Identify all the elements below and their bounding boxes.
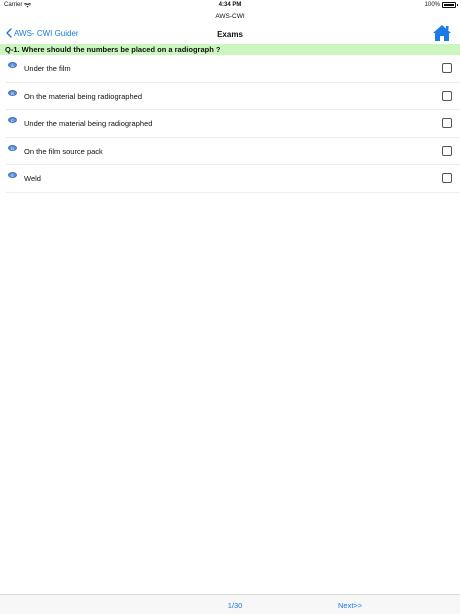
- option-checkbox[interactable]: [442, 173, 452, 184]
- option-b[interactable]: B On the material being radiographed: [6, 83, 460, 111]
- battery-icon: [442, 2, 458, 8]
- app-title: AWS-CWI: [215, 13, 245, 20]
- option-letter-badge: D: [8, 144, 17, 151]
- home-button[interactable]: [432, 24, 452, 42]
- option-checkbox[interactable]: [442, 90, 452, 101]
- battery-percent: 100%: [424, 2, 440, 8]
- option-a[interactable]: A Under the film: [6, 55, 460, 83]
- option-c[interactable]: C Under the material being radiographed: [6, 110, 460, 138]
- home-icon: [433, 25, 451, 41]
- option-checkbox[interactable]: [442, 145, 452, 156]
- option-checkbox[interactable]: [442, 118, 452, 129]
- navigation-bar: AWS- CWI Guider Exams: [0, 24, 460, 44]
- option-letter-badge: C: [8, 117, 17, 124]
- option-letter-badge: E: [8, 172, 17, 179]
- option-letter-badge: B: [8, 89, 17, 96]
- page-indicator: 1/30: [227, 601, 243, 610]
- option-text: Under the film: [24, 64, 71, 73]
- option-text: On the film source pack: [24, 146, 103, 156]
- status-bar: Carrier 4:34 PM 100%: [0, 0, 460, 10]
- page-title: Exams: [217, 30, 243, 39]
- option-checkbox[interactable]: [442, 63, 452, 73]
- option-text: Weld: [24, 174, 41, 184]
- status-time: 4:34 PM: [218, 2, 242, 8]
- option-d[interactable]: D On the film source pack: [6, 138, 460, 166]
- battery-indicator: 100%: [424, 2, 458, 8]
- question-text: Q-1. Where should the numbers be placed …: [0, 44, 460, 55]
- option-e[interactable]: E Weld: [6, 165, 460, 193]
- option-text: On the material being radiographed: [24, 91, 142, 101]
- option-text: Under the material being radiographed: [24, 119, 153, 129]
- option-letter-badge: A: [8, 62, 17, 68]
- options-list: A Under the film B On the material being…: [0, 55, 460, 193]
- next-button[interactable]: Next>>: [338, 601, 362, 610]
- bottom-toolbar: 1/30 Next>>: [0, 594, 460, 614]
